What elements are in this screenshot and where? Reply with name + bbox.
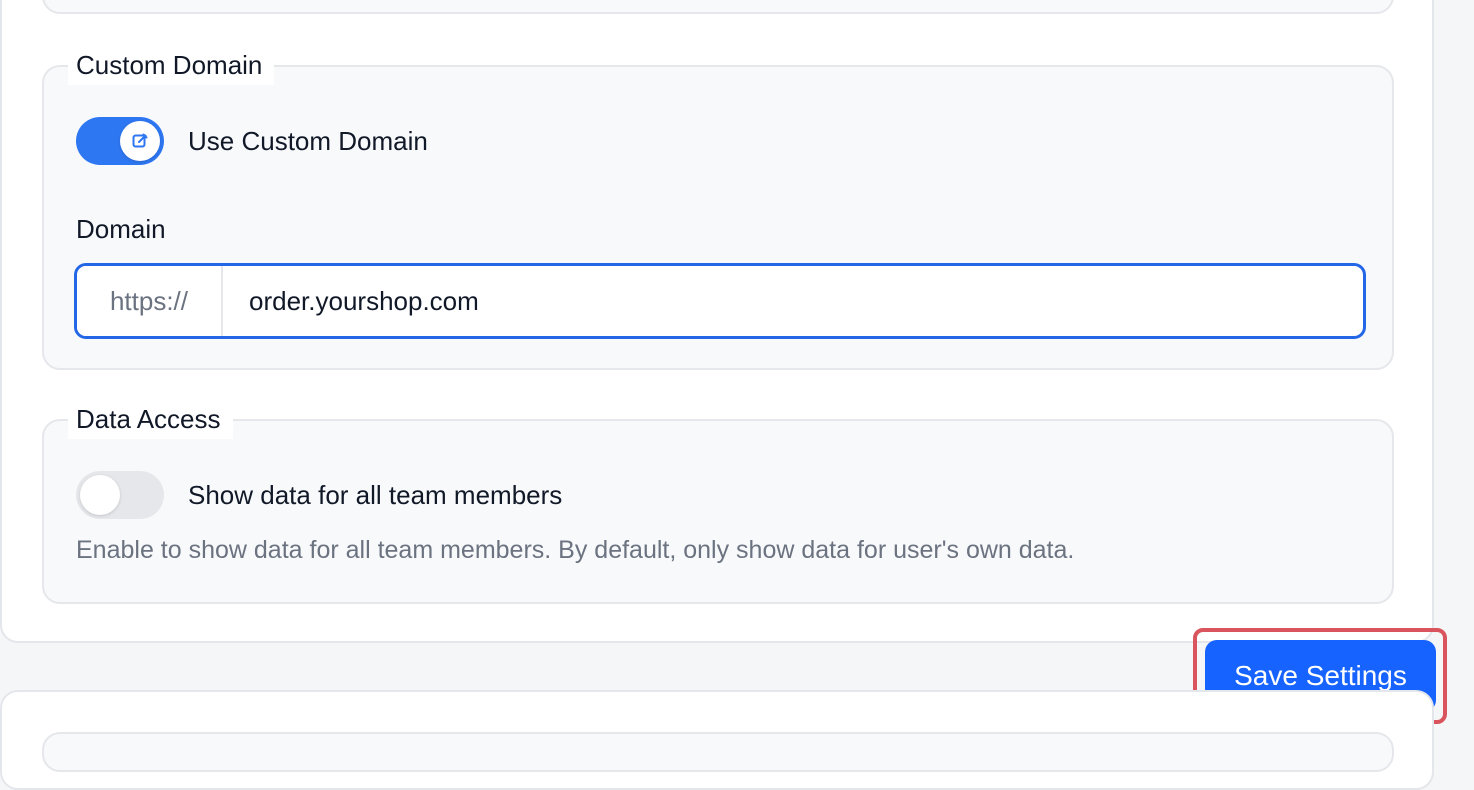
data-access-section: Data Access Show data for all team membe… bbox=[42, 399, 1394, 604]
domain-prefix: https:// bbox=[77, 266, 223, 336]
use-custom-domain-toggle[interactable] bbox=[76, 117, 164, 165]
domain-value[interactable]: order.yourshop.com bbox=[223, 266, 479, 336]
data-access-title: Data Access bbox=[68, 399, 233, 439]
use-custom-domain-label: Use Custom Domain bbox=[188, 126, 428, 156]
toggle-knob bbox=[120, 121, 160, 161]
next-card-section bbox=[42, 732, 1394, 772]
data-access-help-text: Enable to show data for all team members… bbox=[76, 536, 1075, 564]
edit-icon bbox=[132, 133, 148, 148]
show-data-all-team-toggle[interactable] bbox=[76, 471, 164, 519]
show-data-all-team-label: Show data for all team members bbox=[188, 480, 563, 510]
previous-settings-section bbox=[42, 0, 1394, 14]
domain-input-field[interactable]: https:// order.yourshop.com bbox=[74, 263, 1366, 339]
toggle-knob bbox=[80, 475, 120, 515]
custom-domain-section: Custom Domain Use Custom Domain Domain h… bbox=[42, 45, 1394, 370]
domain-label: Domain bbox=[76, 214, 166, 244]
custom-domain-title: Custom Domain bbox=[68, 45, 275, 85]
